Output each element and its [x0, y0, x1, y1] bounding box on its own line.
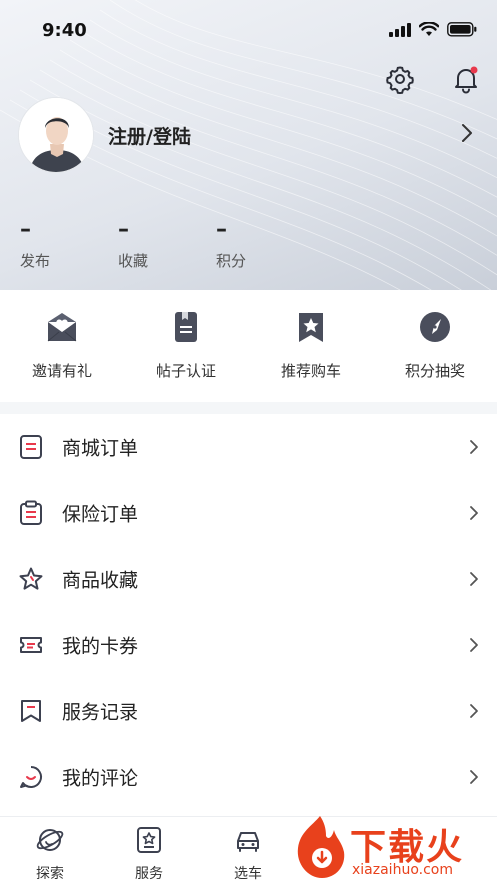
lottery-compass-icon: [420, 312, 450, 342]
quick-action-label: 推荐购车: [280, 362, 341, 380]
recommend-bookmark-icon: [299, 313, 323, 342]
stat-favorites[interactable]: – 收藏: [118, 217, 178, 271]
stat-label: 积分: [216, 252, 247, 270]
gear-icon: [386, 66, 414, 95]
comment-icon: [20, 766, 42, 788]
bookmark-icon: [21, 700, 41, 722]
menu-item-label: 商品收藏: [62, 569, 139, 592]
tab-label: 选车: [234, 866, 262, 882]
notification-dot: [470, 66, 478, 74]
chevron-right-icon: [470, 704, 478, 718]
tab-label: 探索: [36, 866, 64, 882]
tab-label: 服务: [135, 866, 163, 882]
chevron-right-icon: [470, 440, 478, 454]
battery-icon: [447, 22, 477, 37]
quick-action-lottery[interactable]: 积分抽奖: [373, 310, 497, 381]
service-icon: [137, 827, 161, 853]
chevron-right-icon: [462, 124, 472, 142]
menu-item-label: 我的评论: [62, 767, 139, 790]
stat-value: –: [20, 217, 31, 242]
menu-item-service-records[interactable]: 服务记录: [0, 678, 497, 744]
chevron-right-icon: [470, 638, 478, 652]
quick-action-invite[interactable]: 邀请有礼: [0, 310, 124, 381]
stat-posts[interactable]: – 发布: [20, 217, 80, 271]
section-divider: [0, 402, 497, 414]
signal-icon: [389, 22, 411, 37]
quick-action-recommend[interactable]: 推荐购车: [249, 310, 373, 381]
menu-item-my-coupons[interactable]: 我的卡券: [0, 612, 497, 678]
quick-action-label: 积分抽奖: [404, 362, 465, 380]
stat-value: –: [216, 217, 227, 242]
tab-explore[interactable]: 探索: [20, 825, 80, 883]
clipboard-icon: [20, 500, 42, 525]
menu-item-label: 保险订单: [62, 503, 139, 526]
header-actions: [385, 64, 481, 95]
menu-item-insurance-orders[interactable]: 保险订单: [0, 480, 497, 546]
profile-header: 9:40 注册/登陆 – 发布 – 收藏 – 积分: [0, 0, 497, 290]
notifications-button[interactable]: [451, 64, 481, 94]
stat-points[interactable]: – 积分: [216, 217, 276, 271]
quick-action-label: 邀请有礼: [31, 362, 92, 380]
explore-planet-icon: [36, 829, 64, 851]
quick-actions: 邀请有礼 帖子认证 推荐购车 积分抽奖: [0, 290, 497, 402]
flame-logo-icon: [297, 816, 345, 878]
car-icon: [237, 832, 259, 852]
star-icon: [19, 567, 43, 590]
coupon-icon: [20, 637, 42, 653]
post-certify-icon: [175, 312, 197, 342]
menu-item-label: 服务记录: [62, 701, 139, 724]
tab-service[interactable]: 服务: [119, 825, 179, 883]
avatar[interactable]: [18, 97, 94, 173]
user-stats: – 发布 – 收藏 – 积分: [0, 217, 497, 280]
watermark-url: xiazaihuo.com: [352, 862, 453, 878]
menu-item-product-favorites[interactable]: 商品收藏: [0, 546, 497, 612]
stat-value: –: [118, 217, 129, 242]
menu-item-my-comments[interactable]: 我的评论: [0, 744, 497, 810]
chevron-right-icon: [470, 770, 478, 784]
menu-list: 商城订单 保险订单 商品收藏 我的卡券 服务记录 我的评论: [0, 414, 497, 810]
login-register-link[interactable]: 注册/登陆: [108, 122, 191, 149]
invite-mail-icon: [47, 313, 77, 342]
order-doc-icon: [20, 435, 42, 459]
status-bar: 9:40: [0, 0, 497, 60]
watermark-logo: 下载火 xiazaihuo.com: [290, 812, 497, 883]
bell-icon: [455, 66, 478, 94]
status-time: 9:40: [42, 20, 87, 41]
menu-item-label: 商城订单: [62, 437, 139, 460]
tab-choose-car[interactable]: 选车: [218, 825, 278, 883]
chevron-right-icon: [470, 572, 478, 586]
chevron-right-icon: [470, 506, 478, 520]
default-avatar-icon: [19, 98, 93, 172]
profile-login-row[interactable]: 注册/登陆: [18, 97, 479, 173]
stat-label: 发布: [20, 252, 51, 270]
menu-item-label: 我的卡券: [62, 635, 139, 658]
settings-button[interactable]: [385, 64, 415, 95]
status-icons: [389, 22, 477, 37]
menu-item-mall-orders[interactable]: 商城订单: [0, 414, 497, 480]
quick-action-label: 帖子认证: [155, 362, 216, 380]
wifi-icon: [419, 22, 439, 36]
stat-label: 收藏: [118, 252, 149, 270]
quick-action-certify[interactable]: 帖子认证: [124, 310, 248, 381]
